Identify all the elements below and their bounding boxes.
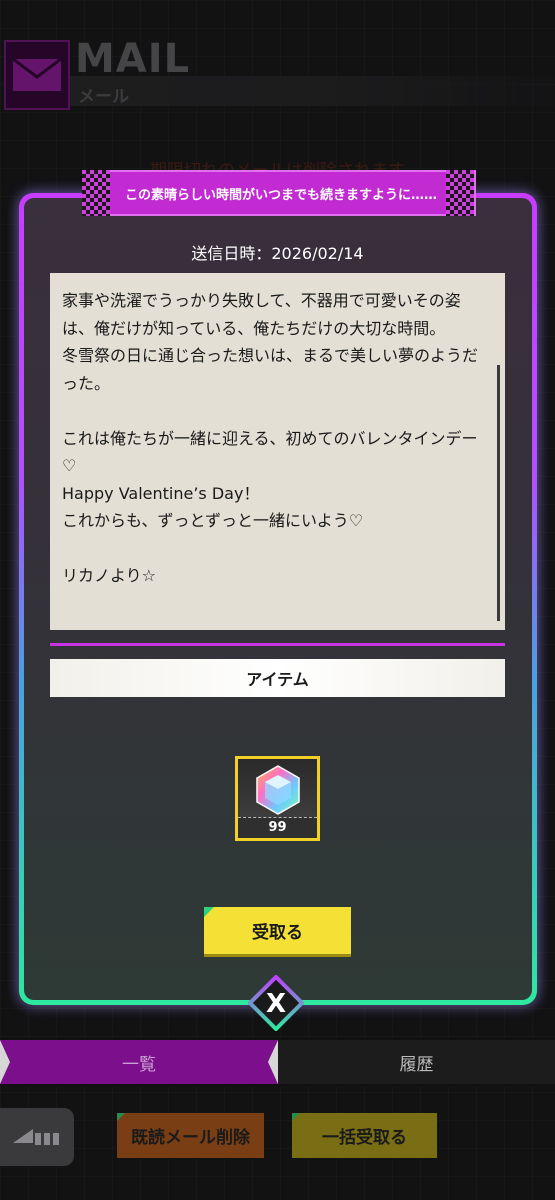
close-icon: X [247,974,305,1032]
sent-date: 送信日時：2026/02/14 [191,244,364,263]
divider [50,643,505,646]
tab-list-label: 一覧 [122,1054,156,1075]
checker-decoration-left [82,170,110,216]
items-header: アイテム [50,659,505,697]
tab-left-arrow-icon [0,1040,10,1084]
checker-decoration-right [446,170,474,216]
rainbow-crystal-icon [256,765,300,815]
delete-read-mail-button[interactable]: 既読メール削除 [117,1113,264,1158]
item-count: 99 [238,817,317,838]
delete-read-mail-label: 既読メール削除 [131,1128,250,1148]
mail-body[interactable]: 家事や洗濯でうっかり失敗して、不器用で可愛いその姿は、俺だけが知っている、俺たち… [50,273,505,630]
corner-decoration [292,1113,300,1121]
close-button[interactable]: X [247,974,305,1032]
bulk-receive-button[interactable]: 一括受取る [292,1113,437,1158]
mail-body-scrollbar[interactable] [497,365,500,621]
back-button[interactable] [0,1108,74,1166]
tab-list[interactable]: 一覧 [0,1040,278,1084]
tab-right-arrow-icon [268,1040,278,1084]
mail-title: この素晴らしい時間がいつまでも続きますように…… [86,170,476,216]
bulk-receive-label: 一括受取る [322,1128,407,1148]
receive-button[interactable]: 受取る [204,907,351,954]
corner-decoration [117,1113,125,1121]
tab-history[interactable]: 履歴 [278,1040,555,1084]
svg-text:X: X [266,989,286,1019]
item-card[interactable]: 99 [235,756,320,841]
back-arrow-icon [13,1128,59,1145]
tab-history-label: 履歴 [399,1054,434,1075]
